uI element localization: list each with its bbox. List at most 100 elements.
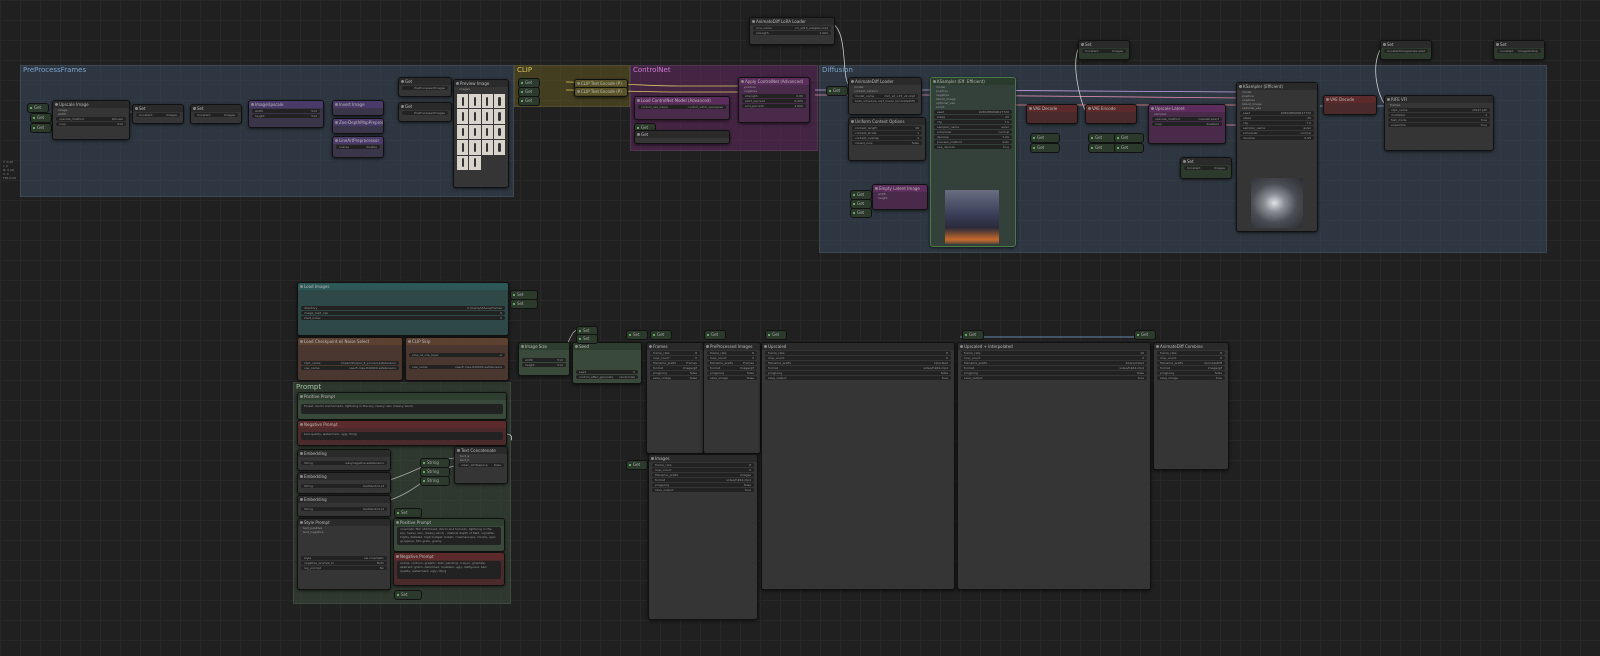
widget[interactable]: loop_count 0: [961, 356, 1147, 360]
image-upscale-node[interactable]: ImageUpscale width 512 height 512: [248, 100, 324, 128]
get-node[interactable]: Get: [518, 96, 540, 106]
preview-image-node[interactable]: Preview Image images: [453, 79, 509, 188]
get-node[interactable]: Get: [626, 460, 648, 470]
get-node[interactable]: Get: [704, 330, 726, 340]
get-node[interactable]: Get: [1030, 133, 1060, 143]
embedding-node-3[interactable]: Embedding String badhandv4.pt: [297, 495, 391, 517]
directory-widget[interactable]: directory C:/Users/Videos/frames: [301, 306, 505, 310]
set-node[interactable]: Set Constant Images: [132, 104, 184, 124]
crop-widget[interactable]: crop disabled: [1152, 122, 1222, 126]
set-name-widget[interactable]: Constant Images: [194, 113, 238, 117]
node-graph-canvas[interactable]: T: 0.00 I: 0 N: 0 [0] V: 0 FPS:0.00 PreP…: [0, 0, 1600, 656]
get-node[interactable]: Get: [765, 330, 787, 340]
embedding-node-2[interactable]: Embedding String badhandv4.pt: [297, 472, 391, 494]
positive-prompt-style-node[interactable]: Positive Prompt cinematic film still for…: [393, 518, 505, 552]
slot-images[interactable]: images: [454, 87, 508, 91]
start-percent-widget[interactable]: start_percent 0.000: [742, 99, 806, 103]
get-preprocessed-cn-node[interactable]: Get: [634, 130, 730, 144]
get-node[interactable]: Get: [1134, 330, 1156, 340]
vae-decode-node-2[interactable]: VAE Decode: [1323, 95, 1377, 115]
widget[interactable]: pingpong false: [652, 483, 754, 487]
embedding-widget[interactable]: String badhandv4.pt: [301, 484, 387, 488]
widget[interactable]: loop_count 0: [1157, 356, 1225, 360]
widget[interactable]: filename_prefix AnimateDiff: [1157, 361, 1225, 365]
controlnet-name-widget[interactable]: control_net_name control_sd15_openpose: [638, 105, 726, 109]
crop-widget[interactable]: crop 512: [56, 122, 126, 126]
steps-widget[interactable]: steps 20: [1240, 116, 1314, 120]
ckpt-name-widget[interactable]: ckpt_name rife47.pth: [1388, 108, 1490, 112]
widget[interactable]: context_stride 1: [852, 131, 922, 135]
set-name-widget[interactable]: Constant ImagesUpscaled: [1384, 49, 1428, 53]
set-node[interactable]: Set: [394, 508, 422, 518]
widget[interactable]: format image/gif: [707, 366, 757, 370]
set-node[interactable]: Set: [510, 299, 538, 309]
prompt-text-area[interactable]: anime, cartoon, graphic, text, painting,…: [397, 561, 501, 579]
get-node[interactable]: Get: [850, 208, 872, 218]
strength-widget[interactable]: strength 0.80: [742, 94, 806, 98]
get-node[interactable]: Get: [30, 123, 52, 133]
upscale-image-node[interactable]: Upscale Image image width upscale_method…: [52, 100, 130, 140]
widget[interactable]: preview_method auto: [934, 140, 1012, 144]
multiplier-widget[interactable]: multiplier 2: [1388, 113, 1490, 117]
widget[interactable]: pingpong false: [650, 371, 700, 375]
set-images-diffusion-node[interactable]: Set Constant Images: [1180, 157, 1232, 179]
widget[interactable]: filename_prefix Upscaled: [765, 361, 951, 365]
widget[interactable]: context_length 16: [852, 126, 922, 130]
scheduler-widget[interactable]: scheduler normal: [934, 130, 1012, 134]
invert-image-node[interactable]: Invert Image: [332, 100, 384, 116]
vae-decode-node-1[interactable]: VAE Decode: [1026, 104, 1078, 124]
video-combine-images[interactable]: Images frame_rate 8 loop_count 0 filename_…: [648, 454, 758, 620]
get-node[interactable]: Get: [1030, 143, 1060, 153]
widget[interactable]: filename_prefix Interpolated: [961, 361, 1147, 365]
slot-negative[interactable]: negative: [739, 89, 809, 93]
get-node[interactable]: Get: [27, 103, 49, 113]
get-node[interactable]: Get: [1114, 143, 1144, 153]
ksampler-efficient-node-1[interactable]: KSampler (Eff. Efficient) model positive…: [930, 77, 1016, 247]
vae-name-widget[interactable]: vae_name vae-ft-mse-840000.safetensors: [409, 365, 505, 369]
widget[interactable]: loop_count 0: [765, 356, 951, 360]
widget[interactable]: pingpong false: [707, 371, 757, 375]
get-node[interactable]: Get: [826, 86, 848, 96]
set-name-widget[interactable]: Constant Images: [1082, 49, 1126, 53]
cfg-widget[interactable]: cfg 7.0: [1240, 121, 1314, 125]
slot-text-negative[interactable]: text_negative: [298, 530, 390, 534]
widget[interactable]: filename_prefix Frames: [707, 361, 757, 365]
embedding-widget[interactable]: String easynegative.safetensors: [301, 461, 387, 465]
widget[interactable]: format image/gif: [650, 366, 700, 370]
lora-name-widget[interactable]: lora_name v3_sd15_adapter.ckpt: [753, 26, 831, 30]
load-controlnet-node[interactable]: Load ControlNet Model (Advanced) control…: [634, 96, 730, 120]
slot-context[interactable]: context_options: [849, 89, 921, 93]
widget[interactable]: frame_rate 8: [652, 463, 754, 467]
widget[interactable]: save_output true: [652, 488, 754, 492]
widget[interactable]: log_prompt No: [301, 566, 387, 570]
widget[interactable]: vae_decode true: [934, 145, 1012, 149]
lineart-node[interactable]: LineArtPreprocessor coarse disable: [332, 136, 384, 158]
seed-widget[interactable]: seed 1080288049617720: [1240, 111, 1314, 115]
upscale-latent-node[interactable]: Upscale Latent samples upscale_method nea…: [1148, 104, 1226, 144]
widget[interactable]: loop_count 0: [707, 356, 757, 360]
widget[interactable]: frame_rate 8: [765, 351, 951, 355]
widget[interactable]: pingpong false: [961, 371, 1147, 375]
widget[interactable]: width 512: [252, 109, 320, 113]
slot-text-b[interactable]: text_b: [455, 458, 507, 462]
style-widget[interactable]: style sai-cinematic: [301, 556, 387, 560]
slot-script[interactable]: script: [931, 105, 1015, 109]
image-load-cap-widget[interactable]: image_load_cap 0: [301, 311, 505, 315]
get-preprocessed-node[interactable]: Get PreProcessedImages: [398, 77, 452, 97]
clip-skip-node[interactable]: CLIP Skip stop_at_clip_layer -2 vae_name v…: [405, 337, 509, 381]
widget[interactable]: frame_rate 16: [961, 351, 1147, 355]
height-widget[interactable]: height 512: [522, 363, 566, 367]
widget[interactable]: format video/h264-mp4: [961, 366, 1147, 370]
apply-controlnet-node[interactable]: Apply ControlNet (Advanced) positive neg…: [738, 77, 810, 123]
widget[interactable]: pingpong false: [765, 371, 951, 375]
ckpt-name-widget[interactable]: ckpt_name DreamShaper_8_pruned.safetensor…: [301, 361, 399, 365]
positive-prompt-node[interactable]: Positive Prompt Forest, storm and tornad…: [297, 392, 507, 420]
widget[interactable]: frame_rate 8: [1157, 351, 1225, 355]
control-after-generate-widget[interactable]: control_after_generate randomize: [576, 375, 638, 379]
widget[interactable]: loop_count 0: [652, 468, 754, 472]
seed-widget[interactable]: seed 1080288049617720: [934, 110, 1012, 114]
slot-width[interactable]: width: [53, 112, 129, 116]
set-node[interactable]: Set: [576, 334, 598, 344]
set-name-widget[interactable]: Constant Images: [136, 113, 180, 117]
widget[interactable]: fast_mode true: [1388, 118, 1490, 122]
